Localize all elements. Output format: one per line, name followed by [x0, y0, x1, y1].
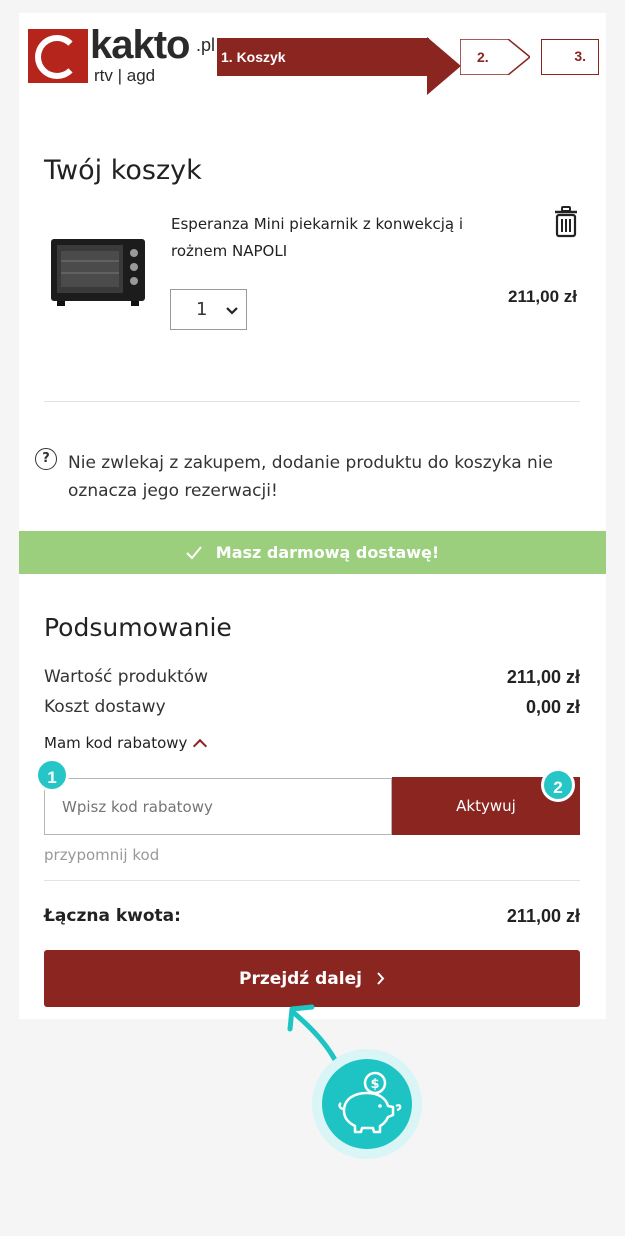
- shipping-cost-value: 0,00 zł: [525, 697, 580, 717]
- step-badge-2: 2: [541, 768, 575, 802]
- divider: [44, 880, 580, 881]
- step-badge-1: 1: [35, 758, 69, 792]
- free-delivery-banner: Masz darmową dostawę!: [19, 531, 606, 574]
- checkmark-icon: [186, 545, 202, 559]
- item-price: 211,00 zł: [507, 287, 577, 306]
- logo-tld: .pl: [196, 35, 216, 55]
- products-value: 211,00 zł: [506, 667, 580, 687]
- total-value: 211,00 zł: [506, 906, 580, 926]
- chevron-down-icon: [226, 304, 238, 318]
- chevron-up-icon: [193, 738, 208, 754]
- svg-text:$: $: [370, 1077, 379, 1092]
- remind-code-link[interactable]: przypomnij kod: [44, 846, 159, 864]
- shipping-cost-row: Koszt dostawy 0,00 zł: [44, 697, 580, 718]
- logo-text: kakto: [90, 23, 190, 67]
- promo-code-toggle[interactable]: Mam kod rabatowy: [44, 734, 208, 754]
- quantity-select[interactable]: 1: [170, 289, 247, 330]
- step-3: 3.: [541, 39, 599, 75]
- products-value-label: Wartość produktów: [44, 667, 208, 687]
- product-name[interactable]: Esperanza Mini piekarnik z konwekcją i r…: [171, 211, 491, 265]
- total-row: Łączna kwota: 211,00 zł: [44, 906, 580, 927]
- step-2-shape: [460, 39, 530, 75]
- shipping-cost-label: Koszt dostawy: [44, 697, 166, 717]
- promo-code-input[interactable]: [44, 778, 392, 835]
- cart-card: kakto .pl rtv | agd 1. Koszyk 2. 3. Twój…: [19, 13, 606, 1019]
- product-image[interactable]: [49, 221, 147, 313]
- piggy-bank-badge: $: [322, 1059, 412, 1149]
- reservation-note: Nie zwlekaj z zakupem, dodanie produktu …: [68, 453, 554, 501]
- logo-subtitle: rtv | agd: [94, 66, 156, 85]
- trash-icon[interactable]: [553, 206, 579, 238]
- total-label: Łączna kwota:: [44, 906, 181, 926]
- summary-title: Podsumowanie: [44, 613, 232, 642]
- chevron-right-icon: [377, 972, 385, 985]
- step-1-arrow: [427, 37, 461, 95]
- logo[interactable]: kakto .pl rtv | agd: [28, 23, 218, 89]
- logo-mark: [28, 29, 88, 83]
- step-1-cart: 1. Koszyk: [217, 38, 429, 76]
- piggy-bank-icon: $: [338, 1071, 402, 1134]
- promo-toggle-label: Mam kod rabatowy: [44, 734, 188, 752]
- quantity-value: 1: [196, 299, 208, 320]
- proceed-label: Przejdź dalej: [239, 968, 362, 989]
- step-2-label: 2.: [477, 49, 489, 65]
- products-value-row: Wartość produktów 211,00 zł: [44, 667, 580, 688]
- divider: [44, 401, 580, 402]
- question-icon: ?: [35, 448, 57, 470]
- free-delivery-text: Masz darmową dostawę!: [215, 543, 440, 562]
- cart-title: Twój koszyk: [44, 155, 202, 186]
